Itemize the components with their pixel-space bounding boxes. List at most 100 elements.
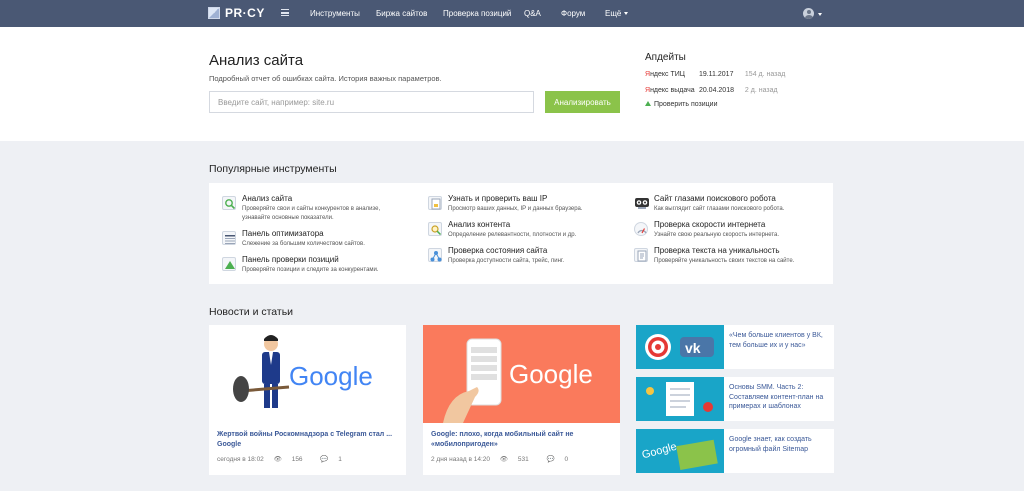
robot-icon xyxy=(634,196,649,210)
news-meta: 2 дня назад в 14:20 👁 531 💬 0 xyxy=(431,455,584,463)
analyze-button[interactable]: Анализировать xyxy=(545,91,620,113)
nav-item-more[interactable]: Ещё xyxy=(605,9,629,18)
page-subtitle: Подробный отчет об ошибках сайта. Истори… xyxy=(209,74,442,83)
tool-content-analysis[interactable]: Анализ контента Определение релевантности… xyxy=(428,220,576,240)
document-ip-icon xyxy=(428,196,442,210)
nav-item-more-label: Ещё xyxy=(605,9,622,18)
tool-site-status[interactable]: Проверка состояния сайта Проверка доступн… xyxy=(428,246,564,266)
comments-count: 💬 1 xyxy=(320,456,350,463)
tool-title: Анализ контента xyxy=(448,220,511,229)
chart-up-icon xyxy=(222,257,236,271)
news-title[interactable]: Жертвой войны Роскомнадзора с Telegram с… xyxy=(217,430,399,450)
logo-text: PR·CY xyxy=(225,6,265,20)
news-meta: сегодня в 18:02 👁 156 💬 1 xyxy=(217,455,358,463)
tool-desc: Проверяйте уникальность своих текстов на… xyxy=(654,258,795,264)
update-source-label: ндекс ТИЦ xyxy=(650,71,685,78)
tool-optimizer-panel[interactable]: Панель оптимизатора Слежение за большим к… xyxy=(222,229,365,249)
tool-desc: Слежение за большим количеством сайтов. xyxy=(242,241,365,247)
hamburger-menu-icon[interactable] xyxy=(281,9,289,16)
tool-robot-view[interactable]: Сайт глазами поискового робота Как выгляд… xyxy=(634,194,784,214)
side-news-item[interactable]: Основы SMM. Часть 2: Составляем контент-… xyxy=(636,377,834,421)
tool-text-uniqueness[interactable]: Проверка текста на уникальность Проверяйт… xyxy=(634,246,794,266)
tool-desc: Определение релевантности, плотности и д… xyxy=(448,232,577,238)
tool-desc: узнавайте основные показатели. xyxy=(242,214,334,221)
side-news-title[interactable]: Основы SMM. Часть 2: Составляем контент-… xyxy=(729,383,829,412)
site-search-input[interactable] xyxy=(209,91,534,113)
tool-site-analysis[interactable]: Анализ сайта Проверяйте свои и сайты конк… xyxy=(222,194,380,222)
views-value: 156 xyxy=(291,456,303,463)
news-time: 2 дня назад в 14:20 xyxy=(431,456,490,463)
nav-item-tools[interactable]: Инструменты xyxy=(310,9,360,18)
text-document-icon xyxy=(634,248,648,262)
top-navbar: PR·CY Инструменты Биржа сайтов Проверка … xyxy=(0,0,1024,27)
tool-title: Проверка скорости интернета xyxy=(654,220,766,229)
update-source: Яндекс ТИЦ xyxy=(645,71,697,78)
update-row-serp[interactable]: Яндекс выдача 20.04.2018 2 д. назад xyxy=(645,87,778,94)
side-news-title[interactable]: «Чем больше клиентов у ВК, тем больше их… xyxy=(729,331,829,350)
google-sitemap-image[interactable]: Google xyxy=(636,429,724,473)
comments-value: 0 xyxy=(564,456,569,463)
update-row-tic[interactable]: Яндекс ТИЦ 19.11.2017 154 д. назад xyxy=(645,71,785,78)
nav-item-position-check[interactable]: Проверка позиций xyxy=(443,9,511,18)
views-count: 👁 156 xyxy=(274,456,311,463)
user-menu-chevron-icon[interactable] xyxy=(818,13,822,16)
nav-item-qa[interactable]: Q&A xyxy=(524,9,541,18)
update-source-label: ндекс выдача xyxy=(650,87,695,94)
news-title[interactable]: Google: плохо, когда мобильный сайт не «… xyxy=(431,430,613,450)
views-count: 👁 531 xyxy=(500,456,537,463)
tool-title: Сайт глазами поискового робота xyxy=(654,194,776,203)
google-logo-text: Google xyxy=(509,359,593,389)
logo-icon xyxy=(208,7,220,19)
comment-icon: 💬 xyxy=(320,456,329,463)
chevron-down-icon xyxy=(624,12,629,16)
check-positions-label: Проверить позиции xyxy=(654,101,718,108)
page-title: Анализ сайта xyxy=(209,52,304,69)
news-image[interactable]: Google xyxy=(423,325,620,423)
tool-position-panel[interactable]: Панель проверки позиций Проверяйте позици… xyxy=(222,255,379,275)
vk-target-image[interactable]: vk xyxy=(636,325,724,369)
up-arrow-icon xyxy=(645,101,651,106)
update-ago: 154 д. назад xyxy=(744,71,786,78)
content-search-icon xyxy=(428,222,442,236)
site-logo[interactable]: PR·CY xyxy=(208,6,265,20)
user-avatar-icon[interactable] xyxy=(803,8,814,19)
comment-icon: 💬 xyxy=(546,456,555,463)
speedometer-icon xyxy=(634,222,648,236)
tool-title: Узнать и проверить ваш IP xyxy=(448,194,548,203)
eye-icon: 👁 xyxy=(273,456,282,463)
side-news-item[interactable]: Google Google знает, как создать огромны… xyxy=(636,429,834,473)
news-section-title: Новости и статьи xyxy=(209,306,294,318)
updates-title: Апдейты xyxy=(645,52,686,63)
spreadsheet-icon xyxy=(222,231,236,245)
tool-desc: Просмотр ваших данных, IP и данных брауз… xyxy=(448,206,583,212)
hero-section: Анализ сайта Подробный отчет об ошибках … xyxy=(0,27,1024,141)
news-card[interactable]: Google Жертвой войны Роскомнадзора с Tel… xyxy=(209,325,406,475)
nav-item-forum[interactable]: Форум xyxy=(561,9,585,18)
views-value: 531 xyxy=(517,456,529,463)
tool-desc: Проверяйте свои и сайты конкурентов в ан… xyxy=(242,206,381,212)
news-image[interactable]: Google xyxy=(209,325,406,423)
comments-value: 1 xyxy=(338,456,342,463)
tool-title: Проверка текста на уникальность xyxy=(654,246,780,255)
tool-internet-speed[interactable]: Проверка скорости интернета Узнайте свою … xyxy=(634,220,779,240)
side-news-item[interactable]: vk «Чем больше клиентов у ВК, тем больше… xyxy=(636,325,834,369)
update-date: 20.04.2018 xyxy=(698,87,734,94)
side-news-title[interactable]: Google знает, как создать огромный файл … xyxy=(729,435,829,454)
comments-count: 💬 0 xyxy=(547,456,577,463)
tool-desc: Как выглядит сайт глазами поискового роб… xyxy=(654,206,785,212)
news-time: сегодня в 18:02 xyxy=(217,456,264,463)
news-card[interactable]: Google Google: плохо, когда мобильный са… xyxy=(423,325,620,475)
tool-desc: Проверка доступности сайта, трейс, пинг. xyxy=(448,258,565,264)
check-positions-link[interactable]: Проверить позиции xyxy=(645,101,718,108)
svg-text:vk: vk xyxy=(685,340,701,356)
update-date: 19.11.2017 xyxy=(698,71,734,78)
magnifier-icon xyxy=(222,196,236,210)
nav-item-site-exchange[interactable]: Биржа сайтов xyxy=(376,9,427,18)
tool-check-ip[interactable]: Узнать и проверить ваш IP Просмотр ваших … xyxy=(428,194,583,214)
google-logo-text: Google xyxy=(289,361,373,391)
smm-plan-image[interactable] xyxy=(636,377,724,421)
tool-title: Панель оптимизатора xyxy=(242,229,324,238)
tool-title: Проверка состояния сайта xyxy=(448,246,548,255)
tool-desc: Проверяйте позиции и следите за конкурен… xyxy=(242,267,379,273)
popular-tools-panel: Анализ сайта Проверяйте свои и сайты конк… xyxy=(209,183,833,284)
